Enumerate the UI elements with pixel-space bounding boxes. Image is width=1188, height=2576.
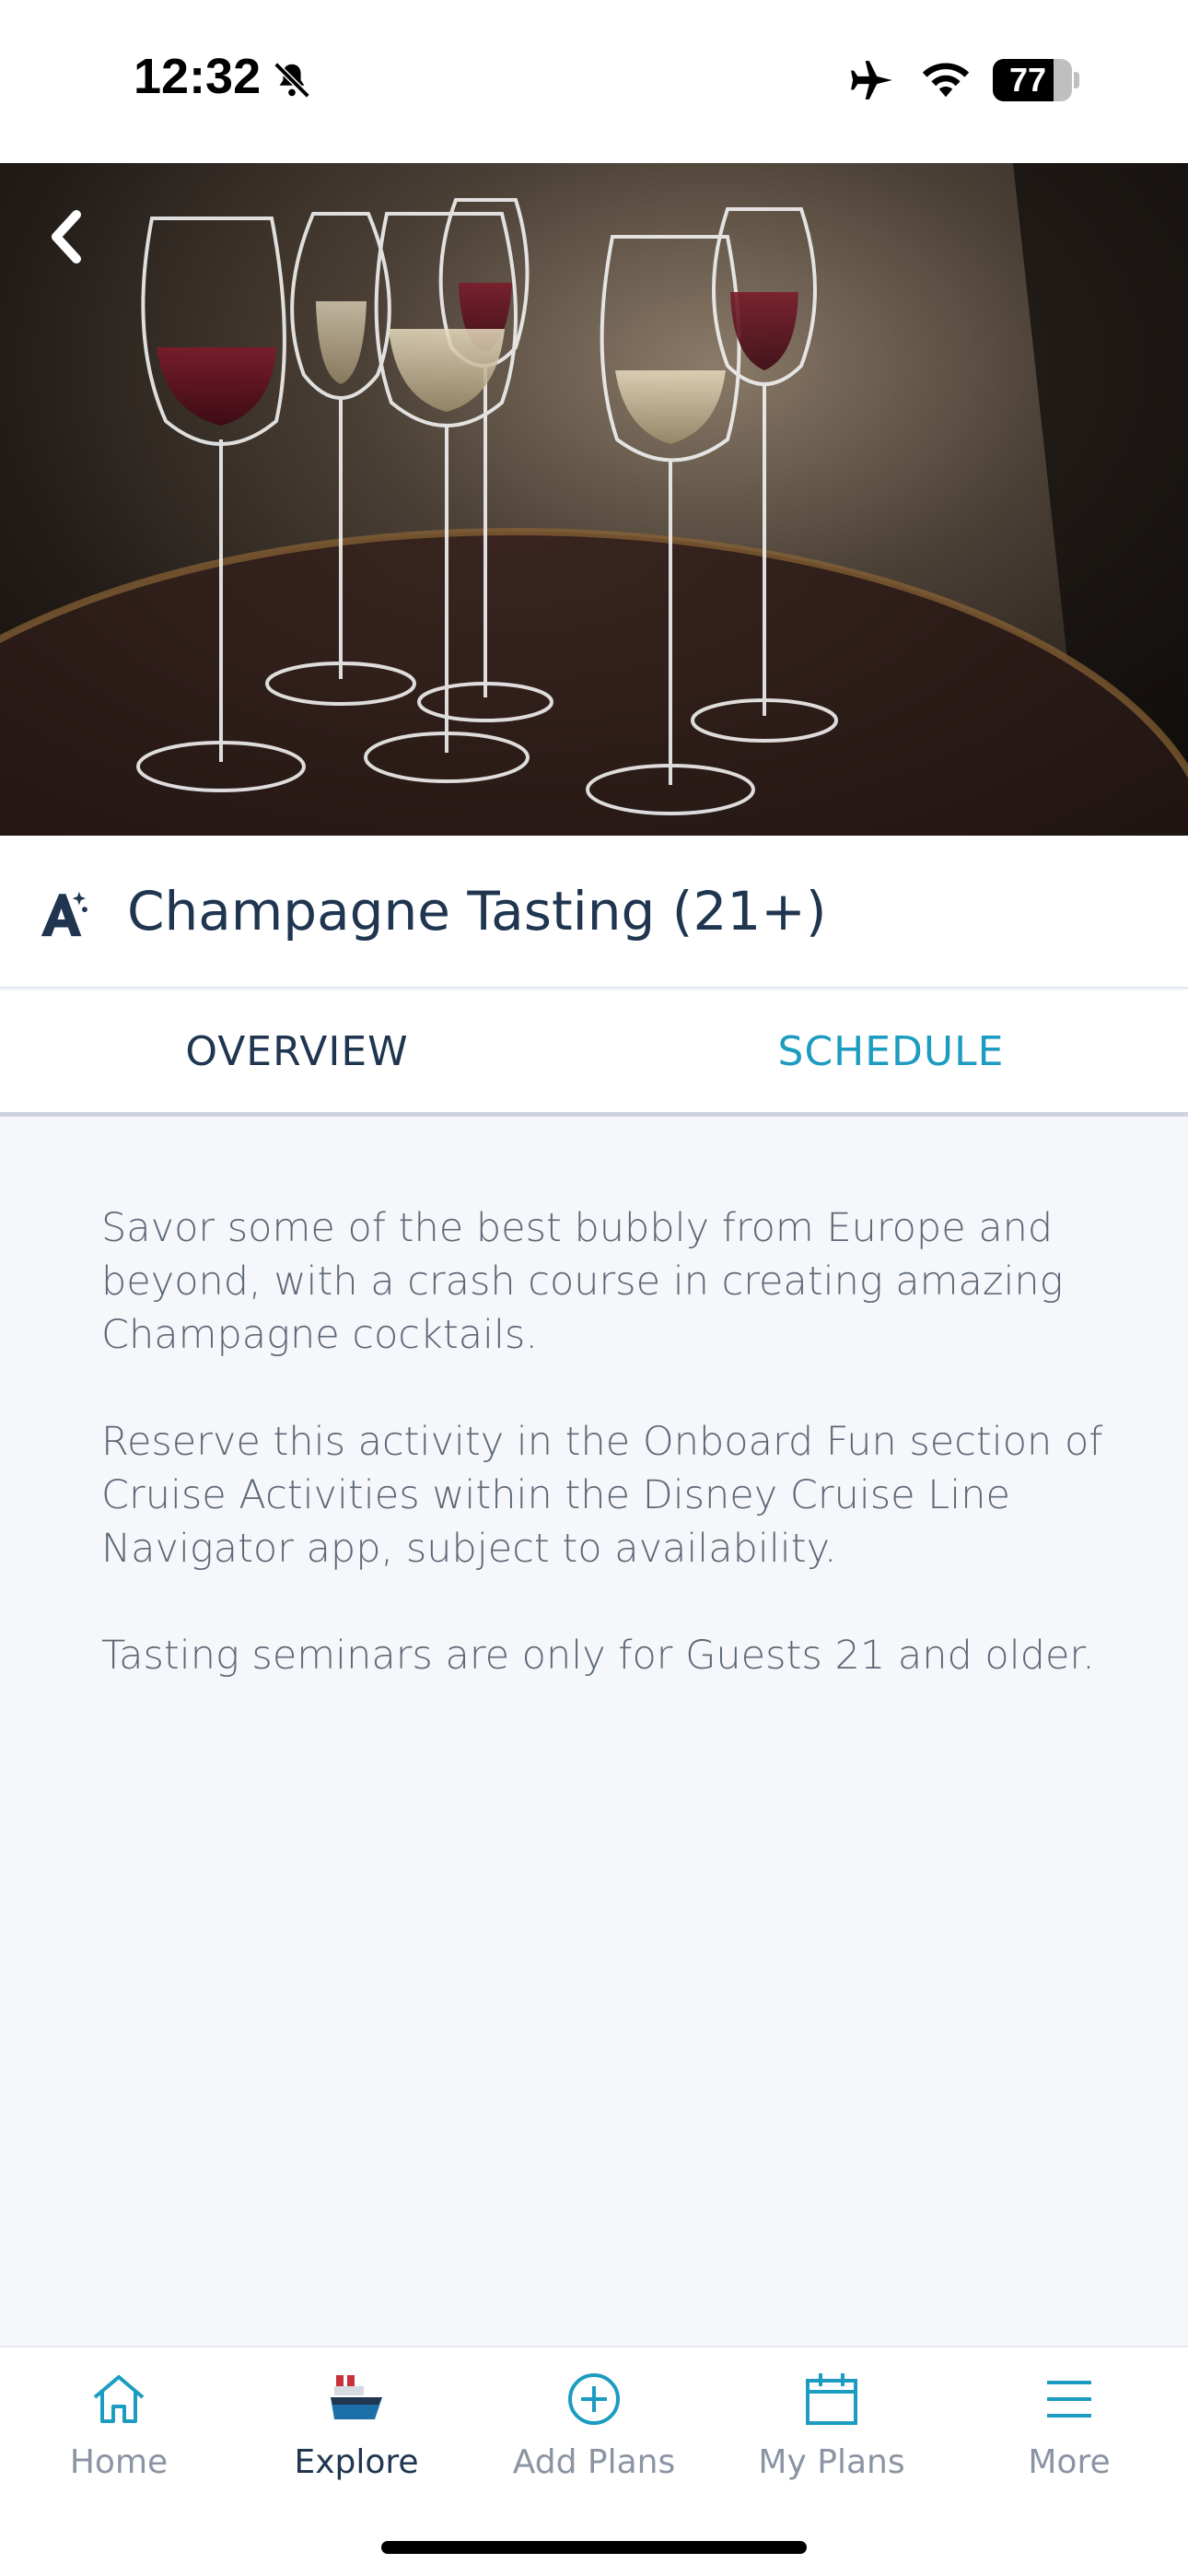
overview-paragraph: Savor some of the best bubbly from Europ… (101, 1205, 1064, 1358)
activity-sparkle-icon (41, 891, 87, 937)
hero-image (0, 163, 1188, 836)
status-bar: 12:32 77 (0, 0, 1188, 163)
nav-item-add-plans[interactable]: Add Plans (475, 2348, 713, 2504)
menu-icon (1047, 2381, 1091, 2418)
battery-tip (1074, 72, 1079, 88)
nav-label-home: Home (69, 2443, 169, 2481)
tab-schedule[interactable]: SCHEDULE (594, 990, 1188, 1112)
champagne-glasses-illustration (0, 163, 1188, 836)
nav-item-explore[interactable]: Explore (238, 2348, 475, 2504)
status-time: 12:32 (134, 49, 262, 104)
nav-label-my-plans: My Plans (758, 2443, 905, 2481)
page-title: Champagne Tasting (21+) (127, 880, 827, 943)
nav-label-more: More (1028, 2443, 1111, 2481)
title-row: Champagne Tasting (21+) (0, 836, 1188, 989)
home-indicator (381, 2541, 807, 2554)
chevron-left-icon (52, 210, 81, 263)
wifi-icon (922, 63, 970, 98)
overview-paragraph: Reserve this activity in the Onboard Fun… (101, 1419, 1103, 1572)
nav-item-my-plans[interactable]: My Plans (713, 2348, 950, 2504)
battery-icon: 77 (993, 59, 1072, 101)
nav-item-more[interactable]: More (950, 2348, 1188, 2504)
tab-overview[interactable]: OVERVIEW (0, 990, 594, 1112)
airplane-icon (851, 61, 892, 100)
back-button[interactable] (33, 195, 98, 278)
tab-bar: OVERVIEW SCHEDULE (0, 990, 1188, 1117)
overview-paragraph: Tasting seminars are only for Guests 21 … (101, 1633, 1095, 1679)
ship-icon (331, 2375, 382, 2419)
nav-label-explore: Explore (294, 2443, 419, 2481)
nav-item-home[interactable]: Home (0, 2348, 238, 2504)
overview-content: Savor some of the best bubbly from Europ… (101, 1201, 1133, 1736)
home-icon (93, 2375, 145, 2423)
calendar-icon (806, 2373, 857, 2425)
battery-level: 77 (1008, 61, 1047, 99)
nav-label-add-plans: Add Plans (512, 2443, 676, 2481)
plus-circle-icon (568, 2373, 620, 2425)
bell-muted-icon (274, 62, 310, 99)
